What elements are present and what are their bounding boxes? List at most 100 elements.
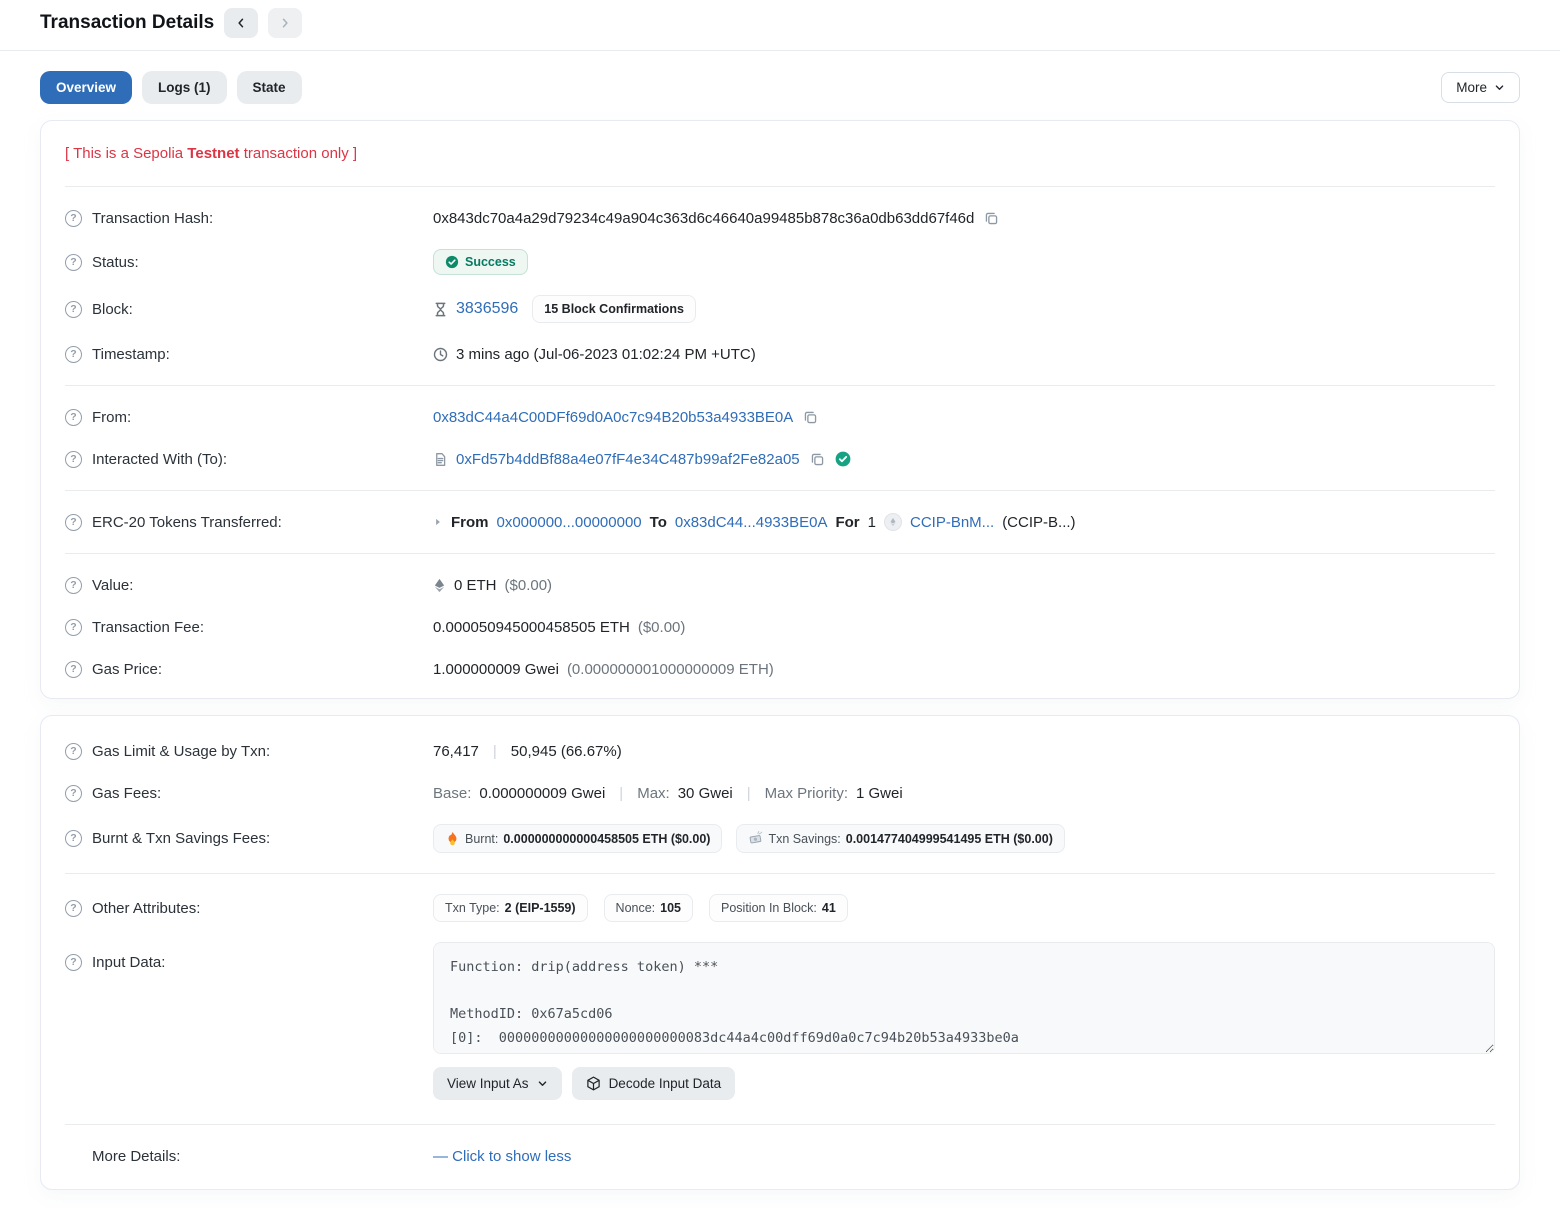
more-details-label: More Details:	[92, 1148, 180, 1165]
chevron-down-icon	[1494, 82, 1505, 93]
base-fee-label: Base:	[433, 785, 471, 802]
next-transaction-button[interactable]	[268, 8, 302, 38]
max-priority-label: Max Priority:	[765, 785, 848, 802]
help-icon[interactable]: ?	[65, 514, 82, 531]
txn-savings-badge: Txn Savings: 0.001477404999541495 ETH ($…	[736, 824, 1064, 853]
help-icon[interactable]: ?	[65, 451, 82, 468]
check-circle-icon	[445, 255, 459, 269]
page-header: Transaction Details	[0, 0, 1560, 51]
erc20-to-address-link[interactable]: 0x83dC44...4933BE0A	[675, 514, 828, 531]
timestamp-value: 3 mins ago (Jul-06-2023 01:02:24 PM +UTC…	[456, 346, 756, 363]
page-title: Transaction Details	[40, 12, 214, 34]
from-address-link[interactable]: 0x83dC44a4C00DFf69d0A0c7c94B20b53a4933BE…	[433, 409, 793, 426]
gas-limit-row: ? Gas Limit & Usage by Txn: 76,417 | 50,…	[65, 730, 1495, 772]
help-icon[interactable]: ?	[65, 346, 82, 363]
gas-fees-row: ? Gas Fees: Base: 0.000000009 Gwei | Max…	[65, 772, 1495, 814]
txn-type-value: 2 (EIP-1559)	[505, 901, 576, 915]
block-confirmations-badge: 15 Block Confirmations	[532, 295, 696, 323]
burnt-savings-label: Burnt & Txn Savings Fees:	[92, 830, 270, 847]
erc20-for-word: For	[835, 514, 859, 531]
more-details-row: More Details: — Click to show less	[65, 1135, 1495, 1177]
txn-savings-label: Txn Savings:	[768, 832, 840, 846]
timestamp-label: Timestamp:	[92, 346, 170, 363]
copy-from-address-button[interactable]	[801, 408, 820, 427]
transaction-fee-label: Transaction Fee:	[92, 619, 204, 636]
input-data-textarea[interactable]: Function: drip(address token) *** Method…	[433, 942, 1495, 1054]
more-dropdown-button[interactable]: More	[1441, 72, 1520, 103]
divider	[65, 186, 1495, 187]
tabs-row: Overview Logs (1) State More	[0, 51, 1560, 120]
tab-overview[interactable]: Overview	[40, 71, 132, 104]
help-icon[interactable]: ?	[65, 830, 82, 847]
input-data-label: Input Data:	[92, 954, 165, 971]
input-data-actions: View Input As Decode Input Data	[433, 1067, 1495, 1104]
value-amount: 0 ETH	[454, 577, 497, 594]
help-icon[interactable]: ?	[65, 619, 82, 636]
value-row: ? Value: 0 ETH ($0.00)	[65, 564, 1495, 606]
details-card: ? Gas Limit & Usage by Txn: 76,417 | 50,…	[40, 715, 1520, 1190]
gas-price-eth: (0.000000001000000009 ETH)	[567, 661, 774, 678]
other-attributes-label: Other Attributes:	[92, 900, 200, 917]
copy-hash-button[interactable]	[982, 209, 1001, 228]
block-number-link[interactable]: 3836596	[456, 300, 518, 318]
position-in-block-label: Position In Block:	[721, 901, 817, 915]
txn-savings-value: 0.001477404999541495 ETH ($0.00)	[846, 832, 1053, 846]
txn-type-label: Txn Type:	[445, 901, 500, 915]
separator: |	[613, 785, 629, 802]
separator: |	[741, 785, 757, 802]
tab-state[interactable]: State	[237, 71, 302, 104]
help-icon[interactable]: ?	[65, 743, 82, 760]
contract-file-icon	[433, 452, 448, 467]
status-badge-label: Success	[465, 255, 516, 269]
hourglass-icon	[433, 302, 448, 317]
erc20-from-address-link[interactable]: 0x000000...00000000	[497, 514, 642, 531]
help-icon[interactable]: ?	[65, 785, 82, 802]
help-icon[interactable]: ?	[65, 900, 82, 917]
gas-price-label: Gas Price:	[92, 661, 162, 678]
decode-input-data-button[interactable]: Decode Input Data	[572, 1067, 736, 1100]
help-icon[interactable]: ?	[65, 954, 82, 971]
overview-card: [ This is a Sepolia Testnet transaction …	[40, 120, 1520, 699]
erc20-amount: 1	[868, 514, 876, 531]
help-icon[interactable]: ?	[65, 661, 82, 678]
testnet-notice-open: [ This is a Sepolia	[65, 145, 187, 162]
show-less-link[interactable]: — Click to show less	[433, 1148, 571, 1165]
view-input-as-button[interactable]: View Input As	[433, 1067, 562, 1100]
testnet-notice-close: transaction only ]	[240, 145, 358, 162]
gas-limit-value: 76,417	[433, 743, 479, 760]
divider	[65, 873, 1495, 874]
chevron-down-icon	[537, 1078, 548, 1089]
prev-transaction-button[interactable]	[224, 8, 258, 38]
position-in-block-value: 41	[822, 901, 836, 915]
erc20-transfers-row: ? ERC-20 Tokens Transferred: From 0x0000…	[65, 501, 1495, 543]
help-icon[interactable]: ?	[65, 577, 82, 594]
erc20-from-word: From	[451, 514, 489, 531]
status-row: ? Status: Success	[65, 239, 1495, 285]
value-label: Value:	[92, 577, 133, 594]
to-address-link[interactable]: 0xFd57b4ddBf88a4e07fF4e34C487b99af2Fe82a…	[456, 451, 800, 468]
separator: |	[487, 743, 503, 760]
transaction-fee-usd: ($0.00)	[638, 619, 686, 636]
testnet-notice-bold: Testnet	[187, 145, 239, 162]
gas-usage-value: 50,945 (66.67%)	[511, 743, 622, 760]
erc20-token-link[interactable]: CCIP-BnM...	[910, 514, 994, 531]
help-icon[interactable]: ?	[65, 409, 82, 426]
position-in-block-badge: Position In Block: 41	[709, 894, 848, 922]
copy-icon	[810, 452, 825, 467]
burnt-badge: Burnt: 0.000000000000458505 ETH ($0.00)	[433, 824, 722, 853]
burnt-label: Burnt:	[465, 832, 498, 846]
ethereum-icon	[433, 578, 446, 593]
txn-type-badge: Txn Type: 2 (EIP-1559)	[433, 894, 588, 922]
interacted-with-row: ? Interacted With (To): 0xFd57b4ddBf88a4…	[65, 438, 1495, 480]
timestamp-row: ? Timestamp: 3 mins ago (Jul-06-2023 01:…	[65, 333, 1495, 375]
help-icon[interactable]: ?	[65, 210, 82, 227]
gas-limit-label: Gas Limit & Usage by Txn:	[92, 743, 270, 760]
erc20-to-word: To	[650, 514, 667, 531]
help-icon[interactable]: ?	[65, 254, 82, 271]
erc20-transfers-label: ERC-20 Tokens Transferred:	[92, 514, 282, 531]
help-icon[interactable]: ?	[65, 301, 82, 318]
tab-logs[interactable]: Logs (1)	[142, 71, 227, 104]
transaction-hash-label: Transaction Hash:	[92, 210, 213, 227]
transaction-fee-amount: 0.000050945000458505 ETH	[433, 619, 630, 636]
copy-to-address-button[interactable]	[808, 450, 827, 469]
